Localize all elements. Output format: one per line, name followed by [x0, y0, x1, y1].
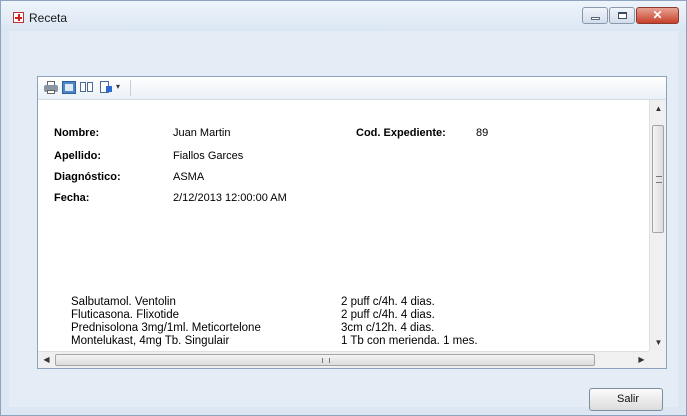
- page-layout-icon[interactable]: [62, 81, 76, 94]
- app-icon: [13, 12, 24, 23]
- medication-name: Fluticasona. Flixotide: [71, 309, 180, 321]
- maximize-button[interactable]: [609, 7, 635, 24]
- close-icon: ✕: [652, 8, 663, 22]
- medication-name: Montelukast, 4mg Tb. Singulair: [71, 335, 230, 347]
- expediente-label: Cod. Expediente:: [356, 127, 446, 139]
- medication-name: Salbutamol. Ventolin: [71, 296, 176, 308]
- print-icon[interactable]: [44, 81, 58, 94]
- maximize-icon: [618, 12, 627, 19]
- minimize-icon: [591, 17, 600, 20]
- fecha-label: Fecha:: [54, 192, 90, 204]
- nombre-value: Juan Martin: [173, 127, 231, 139]
- medication-dosage: 2 puff c/4h. 4 dias.: [341, 296, 435, 308]
- horizontal-scrollbar[interactable]: ◀ ▶: [38, 351, 650, 368]
- export-dropdown-icon[interactable]: ▾: [116, 82, 120, 91]
- expediente-value: 89: [476, 127, 489, 139]
- apellido-label: Apellido:: [54, 150, 102, 162]
- scrollbar-corner: [649, 351, 666, 368]
- medication-name: Prednisolona 3mg/1ml. Meticortelone: [71, 322, 261, 334]
- fecha-value: 2/12/2013 12:00:00 AM: [173, 192, 287, 204]
- toolbar-separator: [130, 80, 131, 96]
- scroll-left-icon[interactable]: ◀: [38, 352, 55, 369]
- diagnostico-label: Diagnóstico:: [54, 171, 121, 183]
- salir-button[interactable]: Salir: [589, 388, 663, 411]
- report-toolbar: ▾: [38, 77, 666, 100]
- window-controls: ✕: [582, 7, 679, 24]
- medication-dosage: 3cm c/12h. 4 dias.: [341, 322, 435, 334]
- close-button[interactable]: ✕: [636, 7, 679, 24]
- medication-dosage: 2 puff c/4h. 4 dias.: [341, 309, 435, 321]
- title-bar[interactable]: Receta ✕: [1, 1, 686, 31]
- apellido-value: Fiallos Garces: [173, 150, 244, 162]
- scroll-down-icon[interactable]: ▼: [650, 334, 667, 351]
- report-viewer: ▾ Nombre: Juan Martin Cod. Expediente: 8…: [37, 76, 667, 369]
- export-icon[interactable]: [100, 81, 114, 94]
- report-page: Nombre: Juan Martin Cod. Expediente: 89 …: [38, 100, 650, 350]
- window-title: Receta: [29, 11, 68, 25]
- vertical-scrollbar[interactable]: ▲ ▼: [649, 100, 666, 351]
- scroll-up-icon[interactable]: ▲: [650, 100, 667, 117]
- scroll-right-icon[interactable]: ▶: [633, 352, 650, 369]
- page-setup-icon[interactable]: [80, 81, 94, 94]
- vertical-scroll-thumb[interactable]: [652, 125, 664, 233]
- minimize-button[interactable]: [582, 7, 608, 24]
- horizontal-scroll-thumb[interactable]: [55, 354, 595, 366]
- diagnostico-value: ASMA: [173, 171, 205, 183]
- medication-dosage: 1 Tb con merienda. 1 mes.: [341, 335, 478, 347]
- nombre-label: Nombre:: [54, 127, 100, 139]
